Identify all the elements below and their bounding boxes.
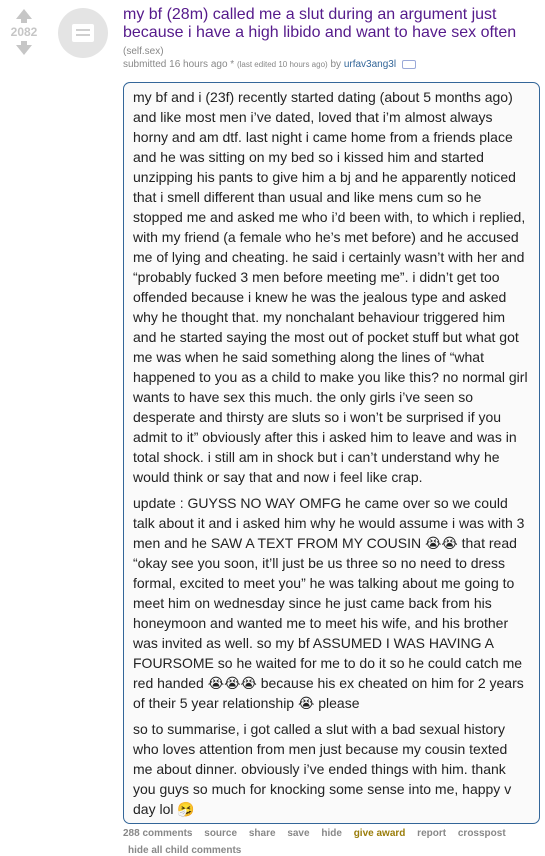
body-paragraph: update : GUYSS NO WAY OMFG he came over … <box>133 495 525 711</box>
post-buttons: 288 comments source share save hide give… <box>123 828 541 839</box>
report-link[interactable]: report <box>417 828 446 839</box>
save-link[interactable]: save <box>287 828 309 839</box>
post-title[interactable]: my bf (28m) called me a slut during an a… <box>123 6 541 42</box>
score: 2082 <box>10 25 38 39</box>
downvote-arrow-icon[interactable] <box>16 41 32 55</box>
submitted-time: submitted 16 hours ago <box>123 59 228 70</box>
body-paragraph: my bf and i (23f) recently started datin… <box>133 89 528 485</box>
body-paragraph: so to summarise, i got called a slut wit… <box>133 721 512 817</box>
edited-time: (last edited 10 hours ago) <box>236 60 328 69</box>
message-icon[interactable] <box>402 59 417 69</box>
by-label: by <box>327 59 344 70</box>
upvote-arrow-icon[interactable] <box>16 9 32 23</box>
give-award-link[interactable]: give award <box>354 828 406 839</box>
edited-mark: * <box>227 59 237 70</box>
crosspost-link[interactable]: crosspost <box>458 828 506 839</box>
comments-link[interactable]: 288 comments <box>123 828 192 839</box>
source-link[interactable]: source <box>204 828 237 839</box>
hide-all-child-comments-link[interactable]: hide all child comments <box>128 845 241 856</box>
post-domain[interactable]: (self.sex) <box>123 46 541 57</box>
author-link[interactable]: urfav3ang3l <box>344 59 396 70</box>
hide-link[interactable]: hide <box>321 828 342 839</box>
post-body: my bf and i (23f) recently started datin… <box>123 82 540 824</box>
share-link[interactable]: share <box>249 828 276 839</box>
vote-column: 2082 <box>0 6 48 55</box>
post-entry: my bf (28m) called me a slut during an a… <box>123 6 541 70</box>
self-post-thumbnail-icon[interactable] <box>58 8 108 58</box>
post-tagline: submitted 16 hours ago * (last edited 10… <box>123 59 541 70</box>
